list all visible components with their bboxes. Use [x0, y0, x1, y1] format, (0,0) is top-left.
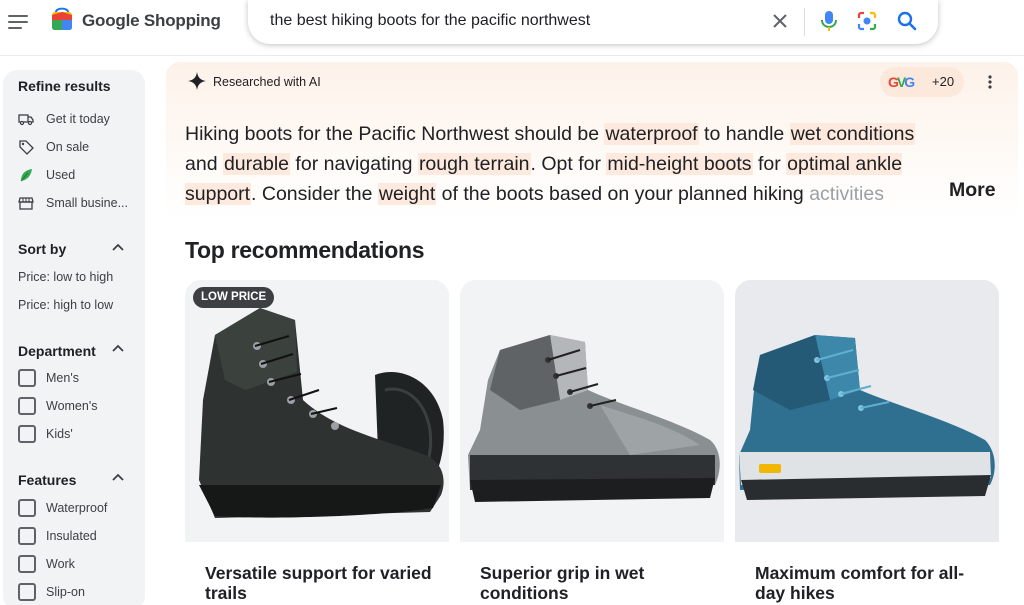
chevron-up-icon[interactable]	[111, 342, 125, 356]
card-caption-area: Superior grip in wet conditions	[460, 542, 724, 605]
filter-used[interactable]: Used	[18, 165, 75, 185]
summary-text: Hiking boots for the Pacific Northwest s…	[185, 123, 605, 145]
recommendation-card[interactable]: Superior grip in wet conditions	[460, 280, 724, 605]
card-caption: Versatile support for varied trails	[205, 563, 432, 603]
filter-label: Get it today	[46, 112, 110, 126]
search-icon[interactable]	[896, 10, 918, 32]
summary-text: for navigating	[290, 153, 418, 175]
microphone-icon[interactable]	[818, 9, 840, 33]
department-title: Department	[18, 343, 96, 359]
chevron-up-icon[interactable]	[111, 241, 125, 255]
researched-with-ai-label: Researched with AI	[213, 75, 321, 89]
checkbox-label: Insulated	[46, 529, 97, 543]
checkbox-label: Women's	[46, 399, 98, 413]
checkbox-work[interactable]: Work	[18, 554, 75, 574]
search-bar: the best hiking boots for the pacific no…	[248, 0, 938, 44]
summary-highlight: rough terrain	[417, 153, 531, 175]
brand-name: Google Shopping	[82, 11, 221, 30]
summary-text: for	[752, 153, 787, 175]
clear-icon[interactable]	[770, 11, 790, 31]
hiking-boot-image	[460, 280, 724, 542]
card-caption: Maximum comfort for all-day hikes	[755, 563, 965, 603]
recommendation-card[interactable]: Versatile support for varied trails	[185, 280, 449, 605]
summary-text: of the boots based on your planned hikin…	[436, 183, 810, 205]
search-input[interactable]: the best hiking boots for the pacific no…	[270, 12, 590, 30]
sort-by-title: Sort by	[18, 241, 67, 257]
summary-text: to handle	[698, 123, 790, 145]
card-caption-area: Maximum comfort for all-day hikes	[735, 542, 999, 605]
checkbox[interactable]	[18, 397, 36, 415]
google-lens-icon[interactable]	[856, 10, 878, 32]
features-title: Features	[18, 472, 77, 488]
sources-count: +20	[932, 74, 955, 89]
checkbox[interactable]	[18, 369, 36, 387]
summary-highlight: wet conditions	[789, 123, 916, 145]
filter-get-it-today[interactable]: Get it today	[18, 109, 110, 129]
summary-highlight: waterproof	[604, 123, 699, 145]
sort-price-high-to-low[interactable]: Price: high to low	[18, 298, 113, 312]
checkbox-label: Men's	[46, 371, 79, 385]
checkbox-insulated[interactable]: Insulated	[18, 526, 97, 546]
top-bar: Google Shopping the best hiking boots fo…	[0, 0, 1024, 56]
tag-icon	[19, 140, 34, 155]
summary-text: and	[185, 153, 223, 175]
checkbox[interactable]	[18, 425, 36, 443]
summary-text: . Opt for	[530, 153, 607, 175]
more-button[interactable]: More	[949, 179, 996, 202]
summary-faded-text: activities	[809, 183, 884, 205]
storefront-icon	[18, 197, 34, 210]
summary-highlight: durable	[222, 153, 291, 175]
checkbox-kids[interactable]: Kids'	[18, 424, 73, 444]
checkbox-label: Slip-on	[46, 585, 85, 599]
card-caption-area: Versatile support for varied trails	[185, 542, 449, 605]
filter-on-sale[interactable]: On sale	[18, 137, 89, 157]
filters-sidebar: Refine results Get it today On sale Used…	[3, 70, 145, 605]
recommendation-card[interactable]: Maximum comfort for all-day hikes	[735, 280, 999, 605]
source-favicons-icon: GVG	[888, 74, 915, 90]
hiking-boot-image	[735, 280, 999, 542]
sort-price-low-to-high[interactable]: Price: low to high	[18, 270, 113, 284]
hamburger-menu-icon[interactable]	[8, 12, 28, 32]
ai-summary-text: Hiking boots for the Pacific Northwest s…	[185, 119, 945, 209]
top-recommendations-heading: Top recommendations	[185, 237, 425, 263]
google-shopping-logo[interactable]	[50, 6, 74, 32]
filter-label: On sale	[46, 140, 90, 154]
checkbox[interactable]	[18, 583, 36, 601]
low-price-badge: LOW PRICE	[193, 287, 275, 308]
summary-text: . Consider the	[251, 183, 378, 205]
checkbox[interactable]	[18, 527, 36, 545]
card-caption: Superior grip in wet conditions	[480, 563, 645, 603]
summary-highlight: weight	[377, 183, 437, 205]
filter-label: Used	[46, 168, 76, 182]
checkbox-womens[interactable]: Women's	[18, 396, 97, 416]
refine-results-title: Refine results	[18, 78, 111, 94]
summary-highlight: mid-height boots	[606, 153, 753, 175]
filter-small-business[interactable]: Small busine...	[18, 193, 128, 213]
sources-button[interactable]: GVG +20	[880, 67, 964, 97]
checkbox-slip-on[interactable]: Slip-on	[18, 582, 85, 602]
checkbox-label: Work	[46, 557, 75, 571]
more-options-icon[interactable]	[983, 72, 997, 92]
chevron-up-icon[interactable]	[111, 471, 125, 485]
checkbox[interactable]	[18, 499, 36, 517]
hiking-boot-image	[185, 280, 449, 542]
leaf-icon	[20, 169, 32, 182]
divider	[804, 8, 805, 36]
checkbox[interactable]	[18, 555, 36, 573]
checkbox-mens[interactable]: Men's	[18, 368, 79, 388]
checkbox-label: Waterproof	[46, 501, 108, 515]
filter-label: Small busine...	[46, 196, 128, 210]
sparkle-icon	[188, 72, 206, 90]
checkbox-label: Kids'	[46, 427, 73, 441]
delivery-truck-icon	[18, 114, 34, 126]
checkbox-waterproof[interactable]: Waterproof	[18, 498, 107, 518]
